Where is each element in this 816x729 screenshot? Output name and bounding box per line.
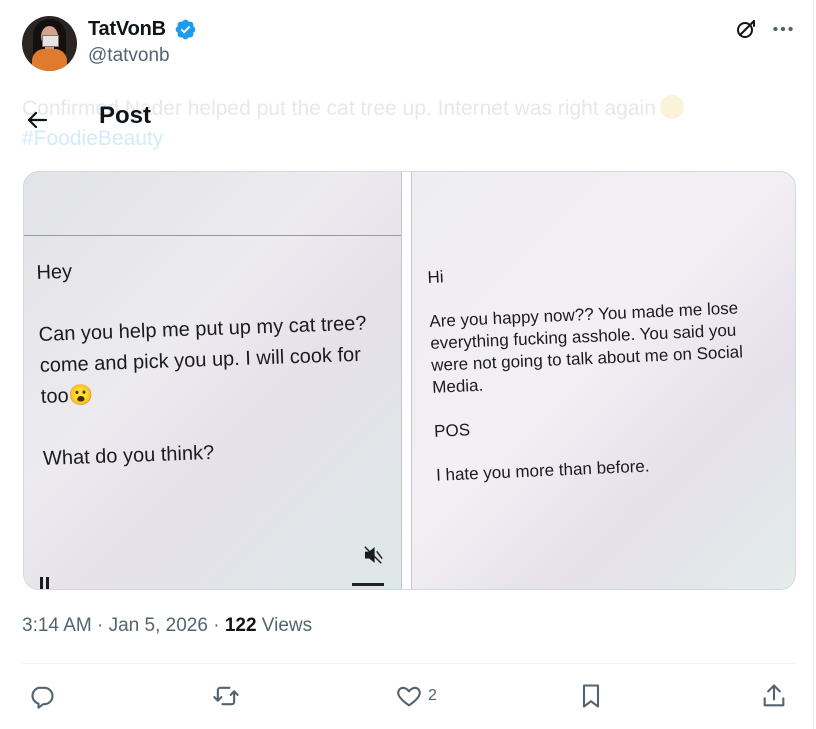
views-count: 122 — [224, 615, 257, 636]
like-button[interactable]: 2 — [395, 681, 437, 711]
tweet-date[interactable]: Jan 5, 2026 — [109, 615, 208, 636]
heart-icon — [397, 686, 421, 707]
views-label: Views — [261, 615, 313, 636]
share-icon — [763, 684, 785, 707]
meta-separator: · — [213, 615, 220, 636]
back-arrow-icon[interactable] — [25, 108, 49, 132]
grok-icon[interactable] — [734, 17, 758, 41]
meta-separator: · — [97, 615, 104, 636]
bookmark-icon — [582, 684, 600, 708]
bookmark-button[interactable] — [577, 681, 605, 711]
avatar[interactable] — [22, 16, 77, 71]
media-image-right[interactable]: Hi Are you happy now?? You made me lose … — [412, 172, 795, 589]
left-note-text: Hey Can you help me put up my cat tree? … — [36, 260, 367, 470]
author-handle[interactable]: @tatvonb — [88, 45, 170, 67]
media-divider — [401, 172, 412, 589]
media-image-left[interactable]: Hey Can you help me put up my cat tree? … — [24, 172, 401, 589]
right-note-text: Hi Are you happy now?? You made me lose … — [427, 267, 744, 485]
page-title: Post — [99, 102, 152, 129]
mute-icon[interactable] — [362, 544, 384, 566]
tweet-meta: 3:14 AM · Jan 5, 2026 · 122 Views — [22, 615, 312, 637]
more-icon[interactable] — [770, 16, 796, 42]
reply-button[interactable] — [28, 681, 56, 711]
repost-icon — [213, 686, 239, 706]
divider — [22, 663, 796, 664]
video-progress[interactable] — [352, 583, 384, 586]
pause-icon[interactable] — [38, 575, 52, 589]
like-count: 2 — [428, 687, 437, 704]
verified-badge-icon — [175, 19, 196, 40]
tweet-time[interactable]: 3:14 AM — [22, 615, 92, 636]
smile-emoji-icon — [659, 95, 684, 119]
column-border — [813, 0, 814, 729]
share-button[interactable] — [760, 681, 788, 711]
author-name[interactable]: TatVonB — [88, 18, 166, 41]
reply-icon — [31, 686, 54, 709]
repost-button[interactable] — [212, 681, 240, 711]
tweet-media[interactable]: Hey Can you help me put up my cat tree? … — [23, 171, 796, 590]
